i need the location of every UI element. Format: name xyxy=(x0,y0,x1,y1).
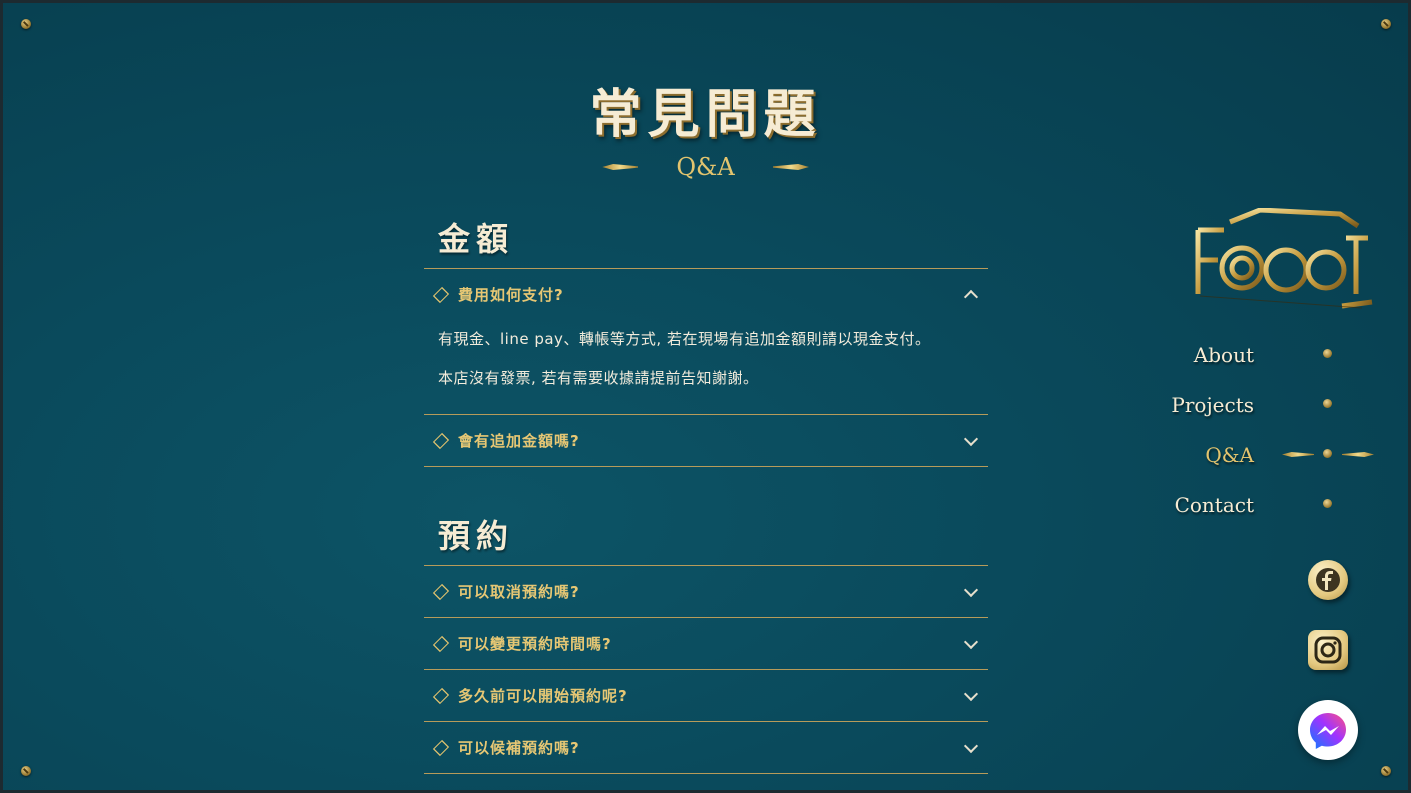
nav-dot-icon xyxy=(1323,499,1332,508)
faq-question: 可以變更預約時間嗎? xyxy=(458,635,612,653)
chevron-up-icon[interactable] xyxy=(963,289,979,304)
faq-item: 費用如何支付? 有現金、line pay、轉帳等方式, 若在現場有追加金額則請以… xyxy=(424,269,988,415)
faq-item: 可以候補預約嗎? xyxy=(424,722,988,774)
nav-item-projects[interactable]: Projects xyxy=(1150,380,1390,430)
faq-item: 可以取消預約嗎? xyxy=(424,566,988,618)
faq-answer-line: 本店沒有發票, 若有需要收據請提前告知謝謝。 xyxy=(438,369,759,387)
faq-question: 多久前可以開始預約呢? xyxy=(458,687,628,705)
faq-question: 可以取消預約嗎? xyxy=(458,583,580,601)
faq-question-toggle[interactable]: 多久前可以開始預約呢? xyxy=(424,670,988,721)
diamond-bullet-icon xyxy=(432,739,450,756)
section-title-booking: 預約 xyxy=(438,517,515,555)
faq-answer: 有現金、line pay、轉帳等方式, 若在現場有追加金額則請以現金支付。 本店… xyxy=(424,320,988,414)
chevron-down-icon[interactable] xyxy=(963,738,979,753)
diamond-bullet-icon xyxy=(432,286,450,303)
diamond-bullet-icon xyxy=(432,583,450,600)
nav-dot-icon xyxy=(1323,449,1332,458)
faq-list: 金額 費用如何支付? 有現金、line pay、轉帳等方式, 若在現場有追加金額… xyxy=(424,210,988,774)
active-spike-icon xyxy=(1282,452,1314,457)
faq-item: 可以變更預約時間嗎? xyxy=(424,618,988,670)
facebook-icon[interactable] xyxy=(1308,560,1348,600)
faq-question-toggle[interactable]: 費用如何支付? xyxy=(424,269,988,320)
faq-question: 費用如何支付? xyxy=(458,286,564,304)
instagram-icon[interactable] xyxy=(1308,630,1348,670)
chevron-down-icon[interactable] xyxy=(963,431,979,446)
messenger-icon[interactable] xyxy=(1298,700,1358,760)
chevron-down-icon[interactable] xyxy=(963,634,979,649)
nav-item-qa[interactable]: Q&A xyxy=(1150,430,1390,480)
corner-screw-icon xyxy=(1381,19,1391,29)
faq-question-toggle[interactable]: 可以候補預約嗎? xyxy=(424,722,988,773)
ornament-spike-icon xyxy=(773,164,809,170)
chevron-down-icon[interactable] xyxy=(963,686,979,701)
faq-question-toggle[interactable]: 會有追加金額嗎? xyxy=(424,415,988,466)
brand-logo[interactable] xyxy=(1190,208,1376,318)
diamond-bullet-icon xyxy=(432,635,450,652)
nav-dot-icon xyxy=(1323,349,1332,358)
page-title: 常見問題 xyxy=(589,84,822,145)
corner-screw-icon xyxy=(21,766,31,776)
diamond-bullet-icon xyxy=(432,432,450,449)
page-subtitle: Q&A xyxy=(676,153,735,181)
faq-question-toggle[interactable]: 可以變更預約時間嗎? xyxy=(424,618,988,669)
section-title-amount: 金額 xyxy=(438,220,515,258)
active-spike-icon xyxy=(1342,452,1374,457)
faq-answer-line: 有現金、line pay、轉帳等方式, 若在現場有追加金額則請以現金支付。 xyxy=(438,330,931,348)
corner-screw-icon xyxy=(21,19,31,29)
page-heading: 常見問題 Q&A xyxy=(0,72,1411,181)
nav-dot-icon xyxy=(1323,399,1332,408)
side-nav: About Projects Q&A Contact xyxy=(1150,330,1390,530)
chevron-down-icon[interactable] xyxy=(963,582,979,597)
faq-question: 可以候補預約嗎? xyxy=(458,739,580,757)
page-subtitle-row: Q&A xyxy=(0,153,1411,181)
diamond-bullet-icon xyxy=(432,687,450,704)
corner-screw-icon xyxy=(1381,766,1391,776)
nav-item-contact[interactable]: Contact xyxy=(1150,480,1390,530)
faq-item: 多久前可以開始預約呢? xyxy=(424,670,988,722)
ornament-spike-icon xyxy=(602,164,639,170)
faq-question-toggle[interactable]: 可以取消預約嗎? xyxy=(424,566,988,617)
nav-item-about[interactable]: About xyxy=(1150,330,1390,380)
faq-question: 會有追加金額嗎? xyxy=(458,432,580,450)
faq-item: 會有追加金額嗎? xyxy=(424,415,988,467)
